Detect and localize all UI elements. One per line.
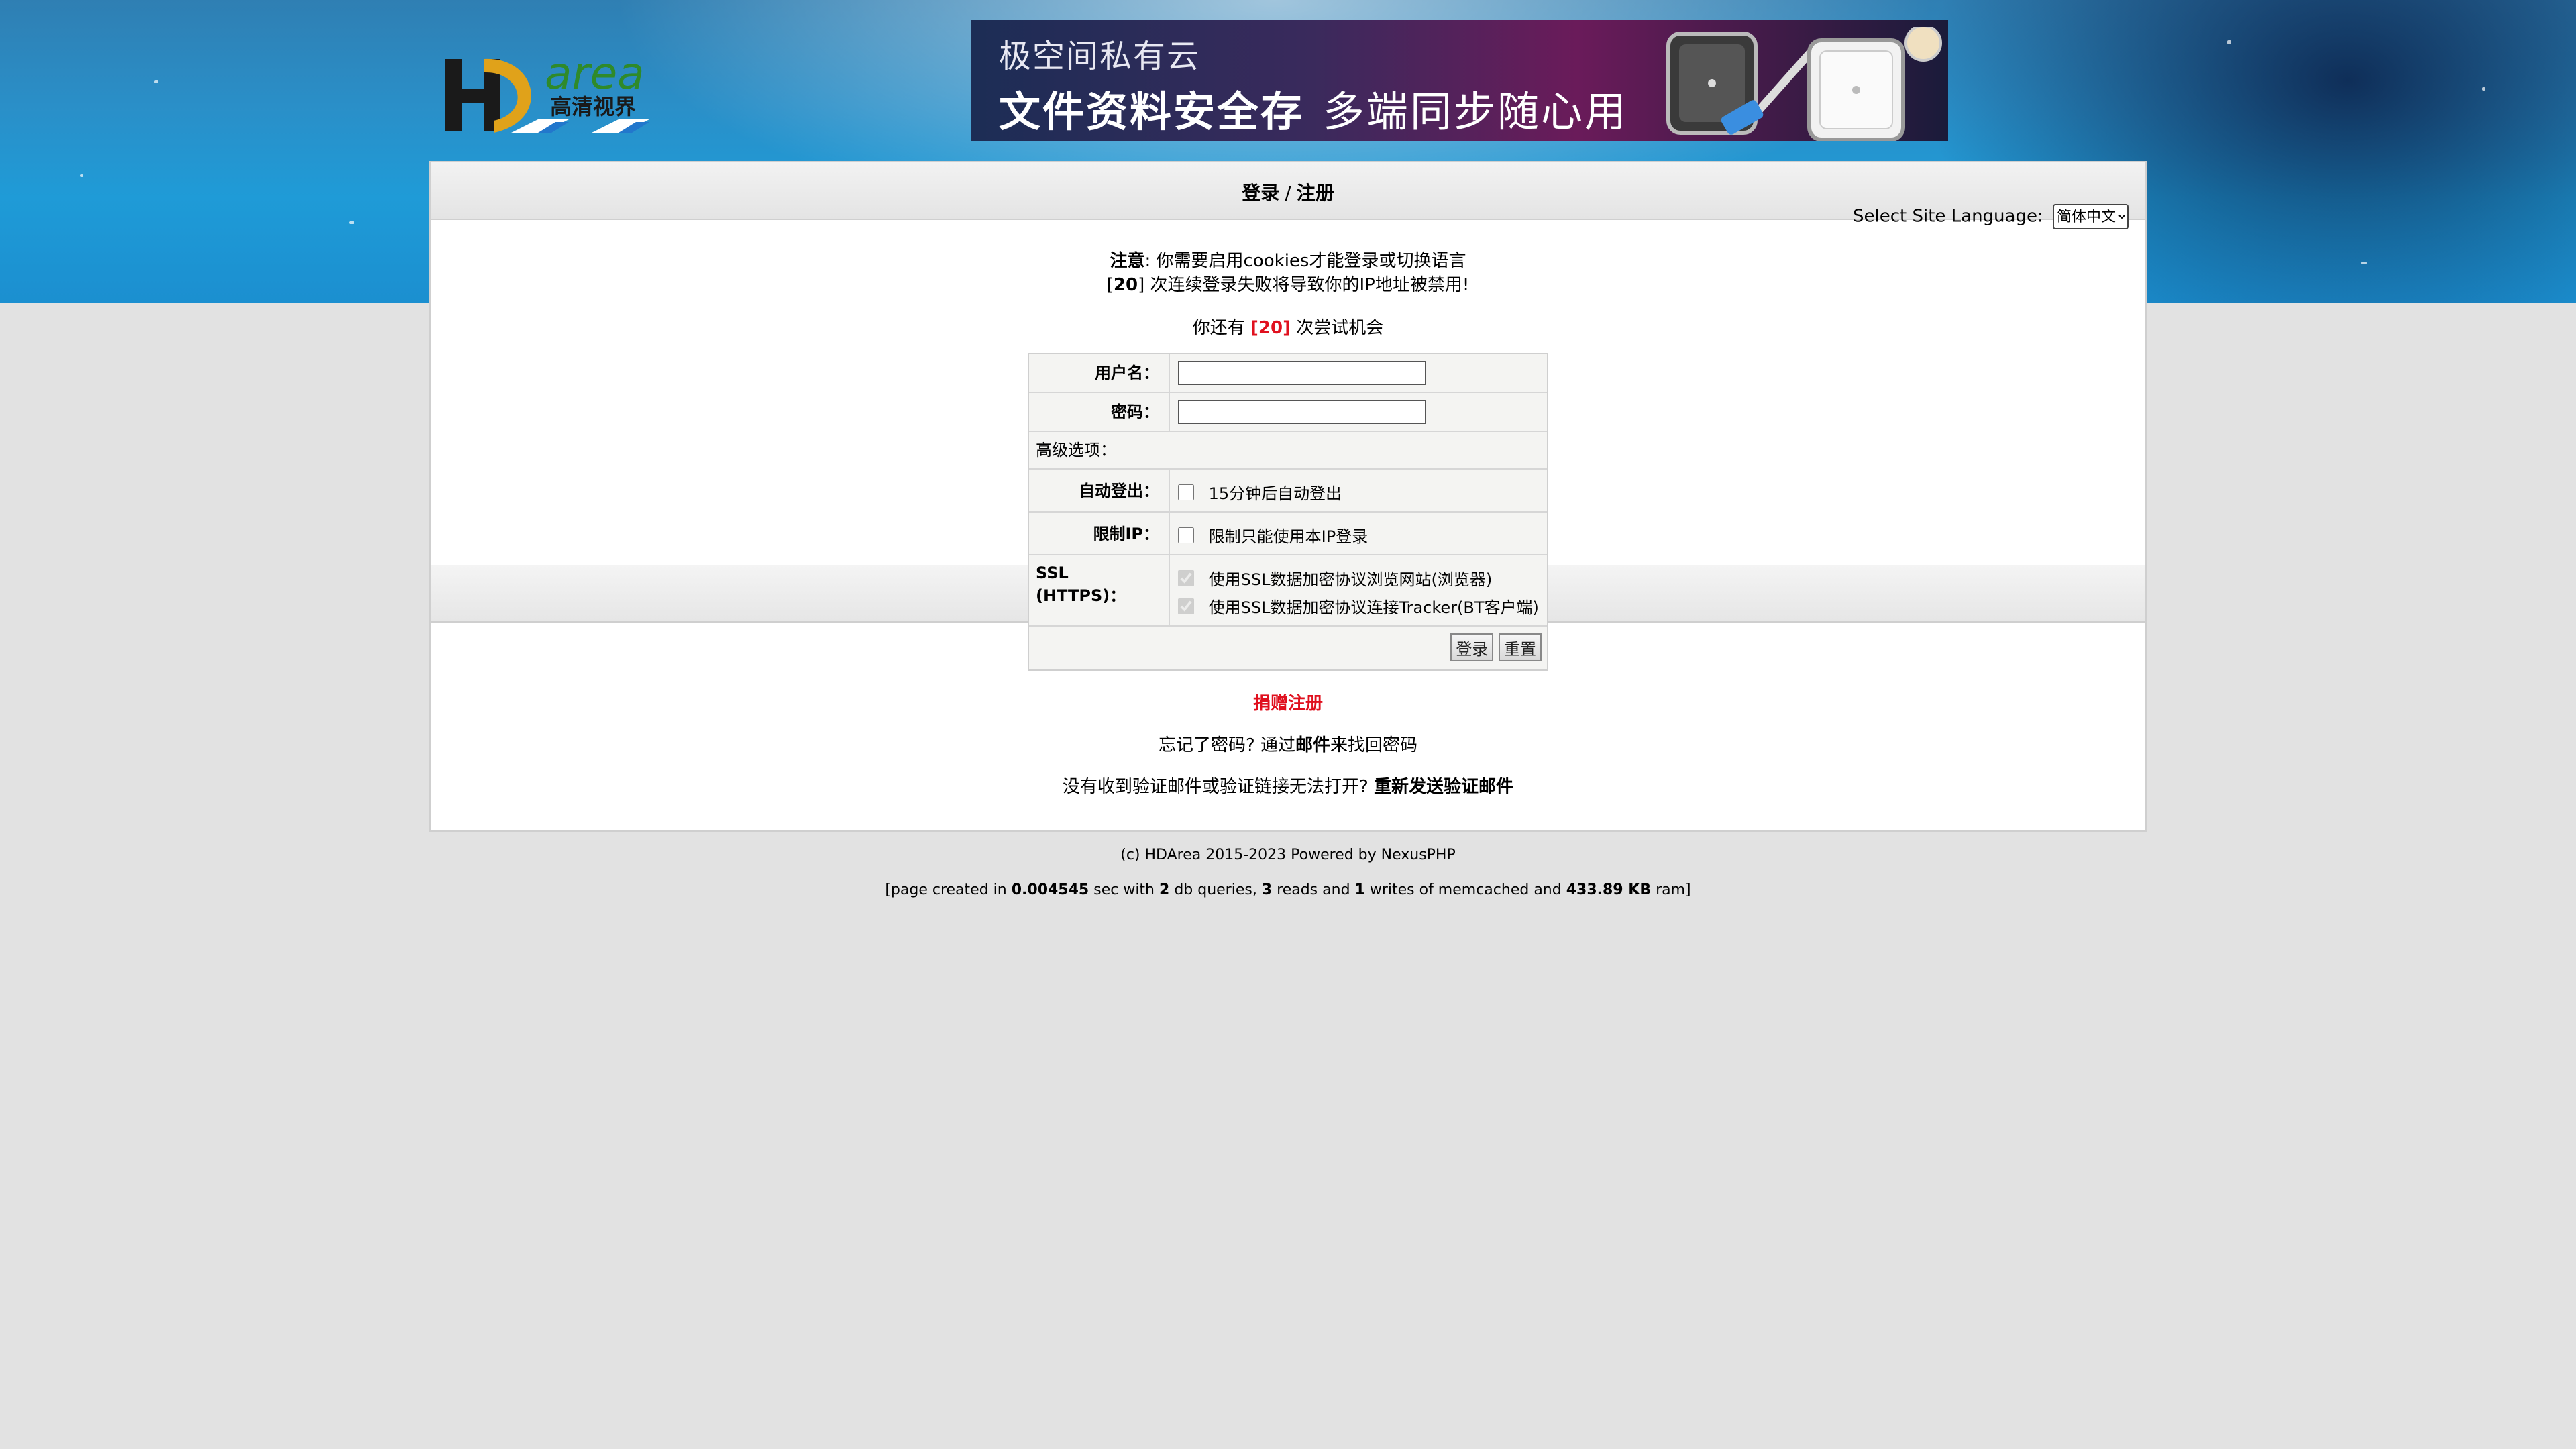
stats-suffix: ram] [1656,881,1691,898]
forgot-email-link[interactable]: 邮件 [1295,735,1330,755]
password-label: 密码： [1029,393,1170,431]
username-input[interactable] [1178,361,1426,385]
tries-count: [20] [1250,318,1291,338]
language-label: Select Site Language: [1853,206,2043,227]
stats-prefix: [page created in [885,881,1007,898]
footer-copyright: (c) HDArea 2015-2023 Powered by NexusPHP [1120,847,1456,863]
ssl-browser-text: 使用SSL数据加密协议浏览网站(浏览器) [1208,570,1493,589]
tries-suffix: 次尝试机会 [1296,318,1384,338]
language-selector: Select Site Language: 简体中文 [1853,204,2129,229]
notice-label: 注意 [1110,251,1145,271]
nav-login-link[interactable]: 登录 [1242,182,1279,204]
advanced-options-label: 高级选项： [1036,441,1116,460]
fail-count: 20 [1113,275,1138,295]
restrict-ip-checkbox[interactable] [1178,527,1194,543]
login-button[interactable]: 登录 [1450,633,1494,661]
nav-register-link[interactable]: 注册 [1297,182,1334,204]
ssl-tracker-text: 使用SSL数据加密协议连接Tracker(BT客户端) [1208,598,1539,617]
banner-slogan-bold: 文件资料安全存 [999,87,1305,136]
site-logo[interactable]: area 高清视界 [437,47,669,141]
fail-text: ] 次连续登录失败将导致你的IP地址被禁用! [1138,275,1470,295]
banner-device-illustration [1666,27,1942,141]
reset-button[interactable]: 重置 [1499,633,1542,661]
forgot-suffix: 来找回密码 [1330,735,1418,755]
stats-text-1: sec with [1093,881,1155,898]
login-form: 用户名： 密码： 高级选项： 自动登出： 15分钟后自动登出 限制IP： 限制只… [1028,353,1548,671]
banner-slogan: 文件资料安全存 多端同步随心用 [999,78,1628,138]
auto-logout-row: 自动登出： 15分钟后自动登出 [1029,470,1547,513]
donate-register-link[interactable]: 捐赠注册 [1253,694,1323,714]
tries-remaining-notice: 你还有 [20] 次尝试机会 [431,314,2145,339]
password-row: 密码： [1029,393,1547,432]
stats-ram: 433.89 KB [1566,881,1652,898]
banner-headline: 极空间私有云 [999,38,1201,75]
ssl-row: SSL (HTTPS)： 使用SSL数据加密协议浏览网站(浏览器) 使用SSL数… [1029,555,1547,627]
cookie-notice: 注意: 你需要启用cookies才能登录或切换语言 [431,247,2145,272]
username-label: 用户名： [1029,354,1170,392]
username-row: 用户名： [1029,354,1547,393]
fail-limit-notice: [20] 次连续登录失败将导致你的IP地址被禁用! [431,271,2145,296]
restrict-ip-text: 限制只能使用本IP登录 [1208,527,1368,546]
logo-subtitle: 高清视界 [550,94,636,119]
stats-text-3: reads and [1277,881,1350,898]
tries-prefix: 你还有 [1192,318,1245,338]
ssl-browser-checkbox [1178,570,1194,586]
stats-writes: 1 [1354,881,1365,898]
resend-verification-link[interactable]: 重新发送验证邮件 [1374,777,1513,797]
auto-logout-text: 15分钟后自动登出 [1208,484,1342,503]
auto-logout-label: 自动登出： [1029,470,1170,511]
fail-bracket-open: [ [1106,275,1114,295]
forgot-password-line: 忘记了密码? 通过邮件来找回密码 [431,731,2145,756]
language-select[interactable]: 简体中文 [2053,204,2129,229]
resend-prefix: 没有收到验证邮件或验证链接无法打开? [1062,777,1368,797]
stats-time: 0.004545 [1011,881,1089,898]
forgot-prefix: 忘记了密码? 通过 [1158,735,1296,755]
banner-ad[interactable]: 极空间私有云 文件资料安全存 多端同步随心用 [971,20,1948,141]
advanced-options-row: 高级选项： [1029,432,1547,470]
stats-text-2: db queries, [1174,881,1257,898]
restrict-ip-row: 限制IP： 限制只能使用本IP登录 [1029,513,1547,555]
logo-wordmark: area [545,48,645,99]
restrict-ip-label: 限制IP： [1029,513,1170,554]
auto-logout-checkbox[interactable] [1178,484,1194,500]
auth-nav: 登录 / 注册 [431,178,2145,205]
stats-text-4: writes of memcached and [1369,881,1562,898]
footer-page-stats: [page created in 0.004545 sec with 2 db … [0,881,2576,898]
banner-slogan-light: 多端同步随心用 [1323,87,1629,136]
form-buttons-row: 登录 重置 [1029,627,1547,669]
nav-separator: / [1285,182,1291,204]
password-input[interactable] [1178,400,1426,424]
ssl-tracker-checkbox [1178,598,1194,614]
donate-register-line: 捐赠注册 [431,690,2145,714]
stats-queries: 2 [1159,881,1170,898]
ssl-label: SSL (HTTPS)： [1029,555,1170,625]
stats-reads: 3 [1261,881,1273,898]
notice-text: : 你需要启用cookies才能登录或切换语言 [1144,251,1466,271]
resend-verification-line: 没有收到验证邮件或验证链接无法打开? 重新发送验证邮件 [431,773,2145,798]
